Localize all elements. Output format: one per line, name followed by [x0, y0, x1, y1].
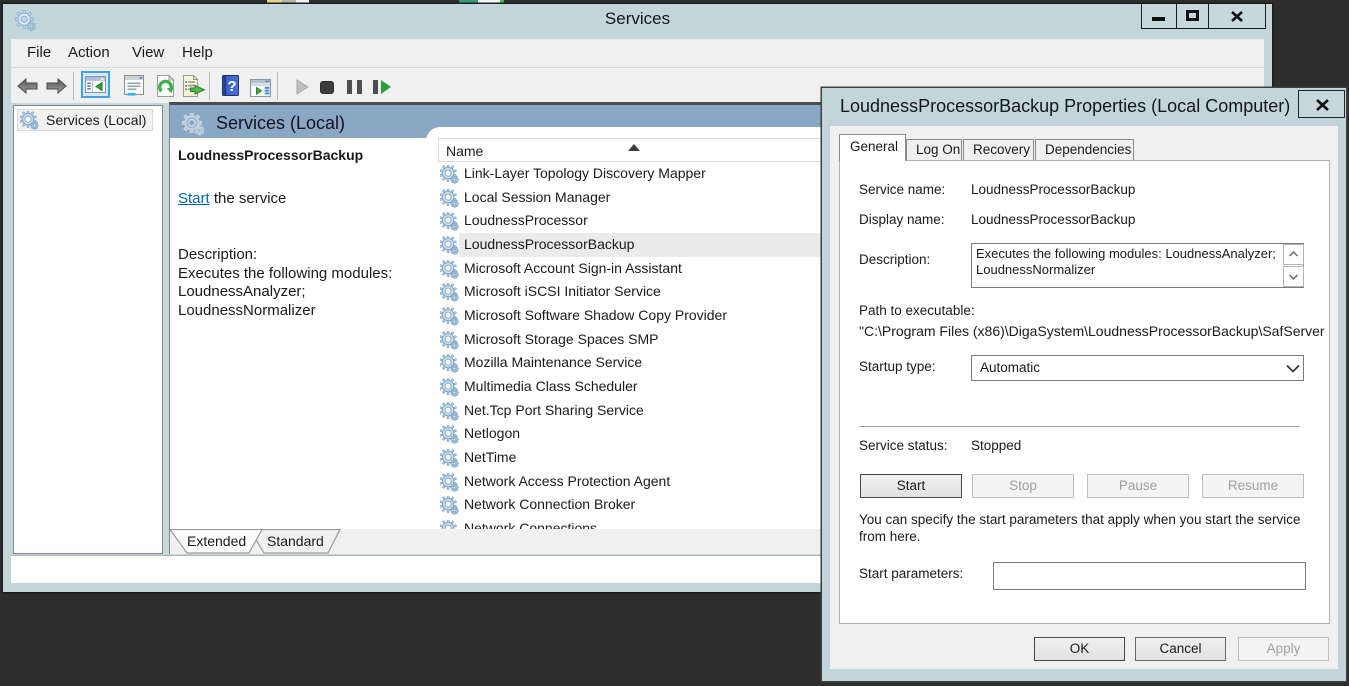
svg-text:?: ?: [227, 78, 236, 95]
